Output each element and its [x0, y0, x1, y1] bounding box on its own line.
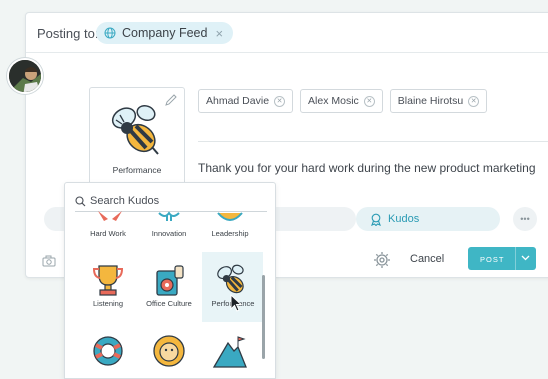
gear-icon[interactable]	[373, 251, 391, 269]
pencil-icon[interactable]	[164, 93, 178, 107]
kudos-picker: Search Kudos Hard Work Innovation Leader…	[64, 182, 276, 379]
posting-row: Posting to: Company Feed ×	[26, 13, 548, 53]
kudos-search-input[interactable]: Search Kudos	[75, 195, 159, 207]
feed-pill[interactable]: Company Feed ×	[96, 22, 234, 44]
post-label: POST	[480, 255, 505, 264]
feed-name: Company Feed	[122, 26, 208, 40]
kudo-item-mountain[interactable]	[200, 333, 260, 369]
kudo-item-hard-work[interactable]: Hard Work	[78, 209, 138, 238]
remove-recipient-icon[interactable]: ✕	[468, 95, 480, 107]
recipient-chip[interactable]: Blaine Hirotsu ✕	[389, 89, 488, 113]
recipient-chip[interactable]: Ahmad Davie ✕	[198, 89, 294, 113]
post-button-separator	[515, 247, 516, 270]
avatar[interactable]	[7, 58, 43, 94]
camera-icon[interactable]	[42, 255, 56, 267]
attach-pill[interactable]	[44, 207, 64, 231]
recipient-name: Blaine Hirotsu	[397, 95, 464, 107]
trophy-icon	[92, 265, 124, 296]
kudo-item-leadership[interactable]: Leadership	[200, 209, 260, 238]
recipient-list: Ahmad Davie ✕ Alex Mosic ✕ Blaine Hirots…	[198, 89, 488, 113]
bee-icon	[111, 104, 159, 155]
globe-icon	[104, 27, 116, 39]
kudos-label: Kudos	[388, 213, 420, 225]
lion-icon	[153, 335, 185, 367]
cancel-button[interactable]: Cancel	[410, 253, 444, 265]
remove-recipient-icon[interactable]: ✕	[274, 95, 286, 107]
kudo-item-label: Listening	[92, 299, 124, 308]
kudo-item-label: Innovation	[151, 229, 187, 238]
post-button[interactable]: POST	[468, 247, 536, 270]
picker-scrollbar[interactable]	[262, 275, 265, 359]
recipient-chip[interactable]: Alex Mosic ✕	[300, 89, 383, 113]
recipient-name: Alex Mosic	[308, 95, 359, 107]
award-icon	[371, 213, 381, 226]
kudo-item-innovation[interactable]: Innovation	[139, 209, 199, 238]
kudo-item-label: Office Culture	[146, 299, 192, 308]
lifebuoy-icon	[93, 336, 123, 366]
option-pill[interactable]	[276, 207, 356, 231]
kudo-item-label: Leadership	[211, 229, 249, 238]
mouse-cursor-icon	[230, 294, 243, 312]
remove-recipient-icon[interactable]: ✕	[363, 95, 375, 107]
chevron-down-icon[interactable]	[521, 253, 530, 262]
compass-icon	[217, 212, 243, 221]
search-placeholder: Search Kudos	[90, 195, 160, 207]
recipient-name: Ahmad Davie	[206, 95, 270, 107]
kudo-item-listening[interactable]: Listening	[78, 263, 138, 308]
search-icon	[75, 195, 86, 206]
coffee-mug-icon	[156, 265, 184, 296]
more-options-button[interactable]: •••	[513, 207, 537, 231]
kudo-item-lion[interactable]	[139, 333, 199, 369]
remove-feed-icon[interactable]: ×	[215, 26, 223, 41]
hammer-icon	[98, 211, 122, 221]
kudo-item-label: Hard Work	[90, 229, 126, 238]
mountain-flag-icon	[212, 336, 247, 368]
kudo-item-office-culture[interactable]: Office Culture	[139, 263, 199, 308]
kudo-item-lifebuoy[interactable]	[78, 333, 138, 369]
selected-kudo-label: Performance	[112, 165, 162, 175]
kudos-button[interactable]: Kudos	[356, 207, 500, 231]
recipient-divider	[198, 141, 548, 142]
lightbulb-icon	[158, 211, 180, 221]
selected-kudo-card[interactable]: Performance	[89, 87, 185, 191]
posting-label: Posting to:	[37, 26, 99, 41]
